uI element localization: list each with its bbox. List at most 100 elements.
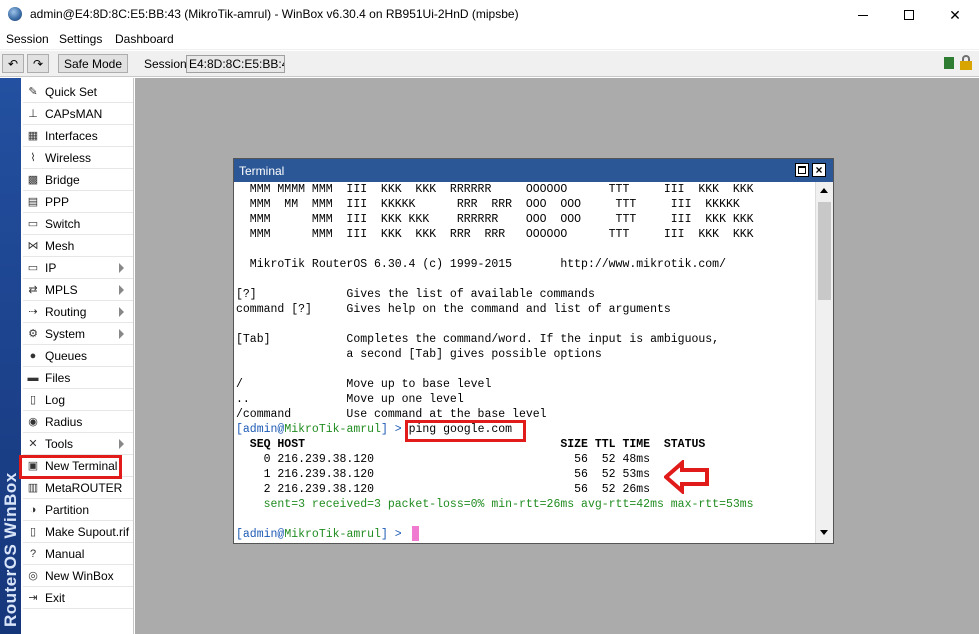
sidebar-item-capsman[interactable]: ⊥ CAPsMAN (21, 103, 133, 125)
banner-line: MMM MMMM MMM III KKK KKK RRRRRR OOOOOO T… (236, 183, 754, 196)
sidebar-item-ip[interactable]: ▭ IP (21, 257, 133, 279)
minimize-button[interactable] (840, 0, 886, 30)
manual-icon: ? (29, 548, 37, 560)
toolbar: ↶ ↷ Safe Mode Session: E4:8D:8C:E5:BB:43 (0, 51, 979, 77)
tools-icon: ✕ (28, 438, 38, 450)
help-line: / Move up to base level (236, 378, 492, 391)
interfaces-icon: ▦ (27, 130, 39, 142)
red-arrow-annotation-icon (664, 460, 709, 494)
prompt-host: MikroTik-amrul (284, 423, 381, 436)
minimize-icon (858, 14, 868, 16)
sidebar-item-partition[interactable]: ◑ Partition (21, 499, 133, 521)
sidebar-item-metarouter[interactable]: ▥ MetaROUTER (21, 477, 133, 499)
scroll-down-arrow-icon[interactable] (820, 530, 828, 535)
sidebar-item-routing[interactable]: ⇢ Routing (21, 301, 133, 323)
terminal-output[interactable]: MMM MMMM MMM III KKK KKK RRRRRR OOOOOO T… (234, 182, 815, 543)
files-icon: ▬ (27, 372, 39, 384)
terminal-window: Terminal × MMM MMMM MMM III KKK KKK RRRR… (233, 158, 834, 544)
sidebar-item-queues[interactable]: ● Queues (21, 345, 133, 367)
scroll-up-arrow-icon[interactable] (820, 188, 828, 193)
session-label: Session: (144, 57, 191, 71)
sidebar-item-switch[interactable]: ▭ Switch (21, 213, 133, 235)
close-icon: ✕ (949, 6, 961, 23)
sidebar-item-label: Exit (45, 591, 66, 605)
terminal-scrollbar[interactable] (815, 182, 833, 543)
terminal-close-button[interactable]: × (812, 163, 826, 177)
quick-set-icon: ✎ (28, 86, 38, 98)
banner-line: MMM MMM III KKK KKK RRR RRR OOOOOO TTT I… (236, 228, 754, 241)
capsman-icon: ⊥ (28, 108, 38, 120)
terminal-cursor (412, 526, 419, 541)
sidebar-item-ppp[interactable]: ▤ PPP (21, 191, 133, 213)
menu-settings[interactable]: Settings (59, 32, 102, 46)
safe-mode-button[interactable]: Safe Mode (58, 54, 128, 73)
sidebar-item-tools[interactable]: ✕ Tools (21, 433, 133, 455)
ping-summary: sent=3 received=3 packet-loss=0% min-rtt… (236, 498, 754, 511)
help-line: [Tab] Completes the command/word. If the… (236, 333, 720, 346)
submenu-arrow-icon (119, 285, 124, 295)
submenu-arrow-icon (119, 329, 124, 339)
sidebar-item-mpls[interactable]: ⇄ MPLS (21, 279, 133, 301)
sidebar-item-label: System (45, 327, 86, 341)
mesh-icon: ⋈ (27, 240, 39, 252)
winbox-window: admin@E4:8D:8C:E5:BB:43 (MikroTik-amrul)… (0, 0, 979, 634)
sidebar-item-exit[interactable]: ⇥ Exit (21, 587, 133, 609)
ping-row: 2 216.239.38.120 56 52 26ms (236, 483, 651, 496)
sidebar-item-label: MetaROUTER (45, 481, 123, 495)
undo-button[interactable]: ↶ (2, 54, 24, 73)
terminal-maximize-button[interactable] (795, 163, 809, 177)
new-winbox-icon: ◎ (28, 570, 38, 582)
close-icon: × (815, 163, 823, 177)
banner-line: MMM MMM III KKK KKK RRRRRR OOO OOO TTT I… (236, 213, 754, 226)
redo-button[interactable]: ↷ (27, 54, 49, 73)
submenu-arrow-icon (119, 307, 124, 317)
sidebar-item-files[interactable]: ▬ Files (21, 367, 133, 389)
menu-dashboard[interactable]: Dashboard (115, 32, 174, 46)
lock-icon (960, 55, 972, 70)
help-line: command [?] Gives help on the command an… (236, 303, 671, 316)
redo-icon: ↷ (32, 56, 44, 71)
sidebar-item-label: Mesh (45, 239, 75, 253)
terminal-title-bar[interactable]: Terminal × (234, 159, 833, 182)
sidebar-item-label: Make Supout.rif (45, 525, 130, 539)
submenu-arrow-icon (119, 439, 124, 449)
mpls-icon: ⇄ (28, 284, 38, 296)
sidebar-item-new-winbox[interactable]: ◎ New WinBox (21, 565, 133, 587)
sidebar-item-interfaces[interactable]: ▦ Interfaces (21, 125, 133, 147)
session-field[interactable]: E4:8D:8C:E5:BB:43 (186, 55, 285, 73)
sidebar-item-system[interactable]: ⚙ System (21, 323, 133, 345)
sidebar-item-log[interactable]: ▯ Log (21, 389, 133, 411)
help-line: a second [Tab] gives possible options (236, 348, 602, 361)
sidebar-item-label: Bridge (45, 173, 80, 187)
active-prompt-line[interactable]: [admin@MikroTik-amrul] > (236, 527, 409, 542)
log-icon: ▯ (29, 394, 37, 406)
version-line: MikroTik RouterOS 6.30.4 (c) 1999-2015 h… (236, 258, 726, 271)
sidebar-item-label: Interfaces (45, 129, 98, 143)
sidebar-item-radius[interactable]: ◉ Radius (21, 411, 133, 433)
sidebar-item-make-supout-rif[interactable]: ▯ Make Supout.rif (21, 521, 133, 543)
sidebar-item-mesh[interactable]: ⋈ Mesh (21, 235, 133, 257)
metarouter-icon: ▥ (27, 482, 39, 494)
title-bar: admin@E4:8D:8C:E5:BB:43 (MikroTik-amrul)… (0, 0, 979, 30)
sidebar-item-label: MPLS (45, 283, 78, 297)
sidebar-item-quick-set[interactable]: ✎ Quick Set (21, 81, 133, 103)
wireless-icon: ⌇ (30, 152, 36, 164)
maximize-icon (904, 10, 914, 20)
maximize-icon (798, 166, 806, 174)
winbox-app-icon (8, 7, 22, 21)
undo-icon: ↶ (7, 56, 19, 71)
close-button[interactable]: ✕ (932, 0, 978, 30)
maximize-button[interactable] (886, 0, 932, 30)
sidebar-item-label: Manual (45, 547, 85, 561)
sidebar-item-label: Queues (45, 349, 88, 363)
sidebar-menu: ✎ Quick Set ⊥ CAPsMAN ▦ Interfaces ⌇ Wireless ▩ B… (21, 78, 134, 634)
sidebar-item-label: New WinBox (45, 569, 114, 583)
sidebar-item-label: Log (45, 393, 66, 407)
sidebar-item-manual[interactable]: ? Manual (21, 543, 133, 565)
scrollbar-thumb[interactable] (818, 202, 831, 300)
connection-status-icon (944, 57, 954, 69)
system-icon: ⚙ (28, 328, 38, 340)
menu-session[interactable]: Session (6, 32, 49, 46)
sidebar-item-bridge[interactable]: ▩ Bridge (21, 169, 133, 191)
sidebar-item-wireless[interactable]: ⌇ Wireless (21, 147, 133, 169)
